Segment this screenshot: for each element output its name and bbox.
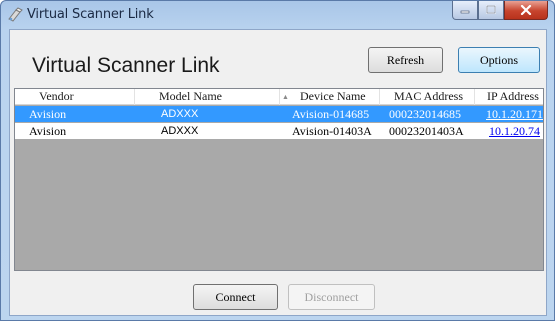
cell-mac: 000232014685 bbox=[389, 107, 461, 121]
cell-model: ADXXX bbox=[161, 108, 199, 120]
maximize-button[interactable] bbox=[478, 1, 504, 20]
scanner-list[interactable]: Vendor Model Name ▲ Device Name MAC Addr… bbox=[14, 88, 544, 271]
column-device-name[interactable]: Device Name bbox=[280, 89, 380, 105]
close-button[interactable] bbox=[504, 1, 548, 20]
main-panel: Virtual Scanner Link Refresh Options Ven… bbox=[9, 29, 547, 316]
ip-link[interactable]: 10.1.20.74 bbox=[489, 123, 540, 139]
cell-vendor: Avision bbox=[29, 107, 67, 121]
cell-vendor: Avision bbox=[29, 124, 67, 138]
cell-device: Avision-01403A bbox=[292, 124, 372, 138]
options-button[interactable]: Options bbox=[458, 47, 540, 73]
page-title: Virtual Scanner Link bbox=[32, 54, 220, 77]
close-icon bbox=[520, 5, 532, 15]
minimize-button[interactable] bbox=[452, 1, 478, 20]
connect-button[interactable]: Connect bbox=[193, 284, 278, 310]
scanner-link-icon bbox=[8, 7, 23, 22]
column-mac-address[interactable]: MAC Address bbox=[380, 89, 475, 105]
title-bar[interactable]: Virtual Scanner Link bbox=[1, 1, 554, 29]
ip-link[interactable]: 10.1.20.171 bbox=[486, 106, 543, 122]
refresh-button[interactable]: Refresh bbox=[368, 47, 443, 73]
cell-mac: 00023201403A bbox=[389, 124, 464, 138]
cell-device: Avision-014685 bbox=[292, 107, 370, 121]
minimize-icon bbox=[460, 10, 470, 14]
cell-model: ADXXX bbox=[161, 125, 199, 137]
list-header: Vendor Model Name ▲ Device Name MAC Addr… bbox=[15, 89, 543, 105]
table-row[interactable]: Avision ADXXX Avision-01403A 00023201403… bbox=[15, 123, 543, 139]
window-title: Virtual Scanner Link bbox=[27, 7, 154, 22]
maximize-icon bbox=[486, 5, 496, 14]
column-vendor[interactable]: Vendor bbox=[15, 89, 135, 105]
column-ip-address[interactable]: IP Address bbox=[475, 89, 543, 105]
column-model-name[interactable]: Model Name bbox=[135, 89, 280, 105]
disconnect-button: Disconnect bbox=[288, 284, 375, 310]
app-window: Virtual Scanner Link Virtual Scanner Lin… bbox=[0, 0, 555, 321]
table-row[interactable]: Avision ADXXX Avision-014685 00023201468… bbox=[15, 106, 543, 122]
